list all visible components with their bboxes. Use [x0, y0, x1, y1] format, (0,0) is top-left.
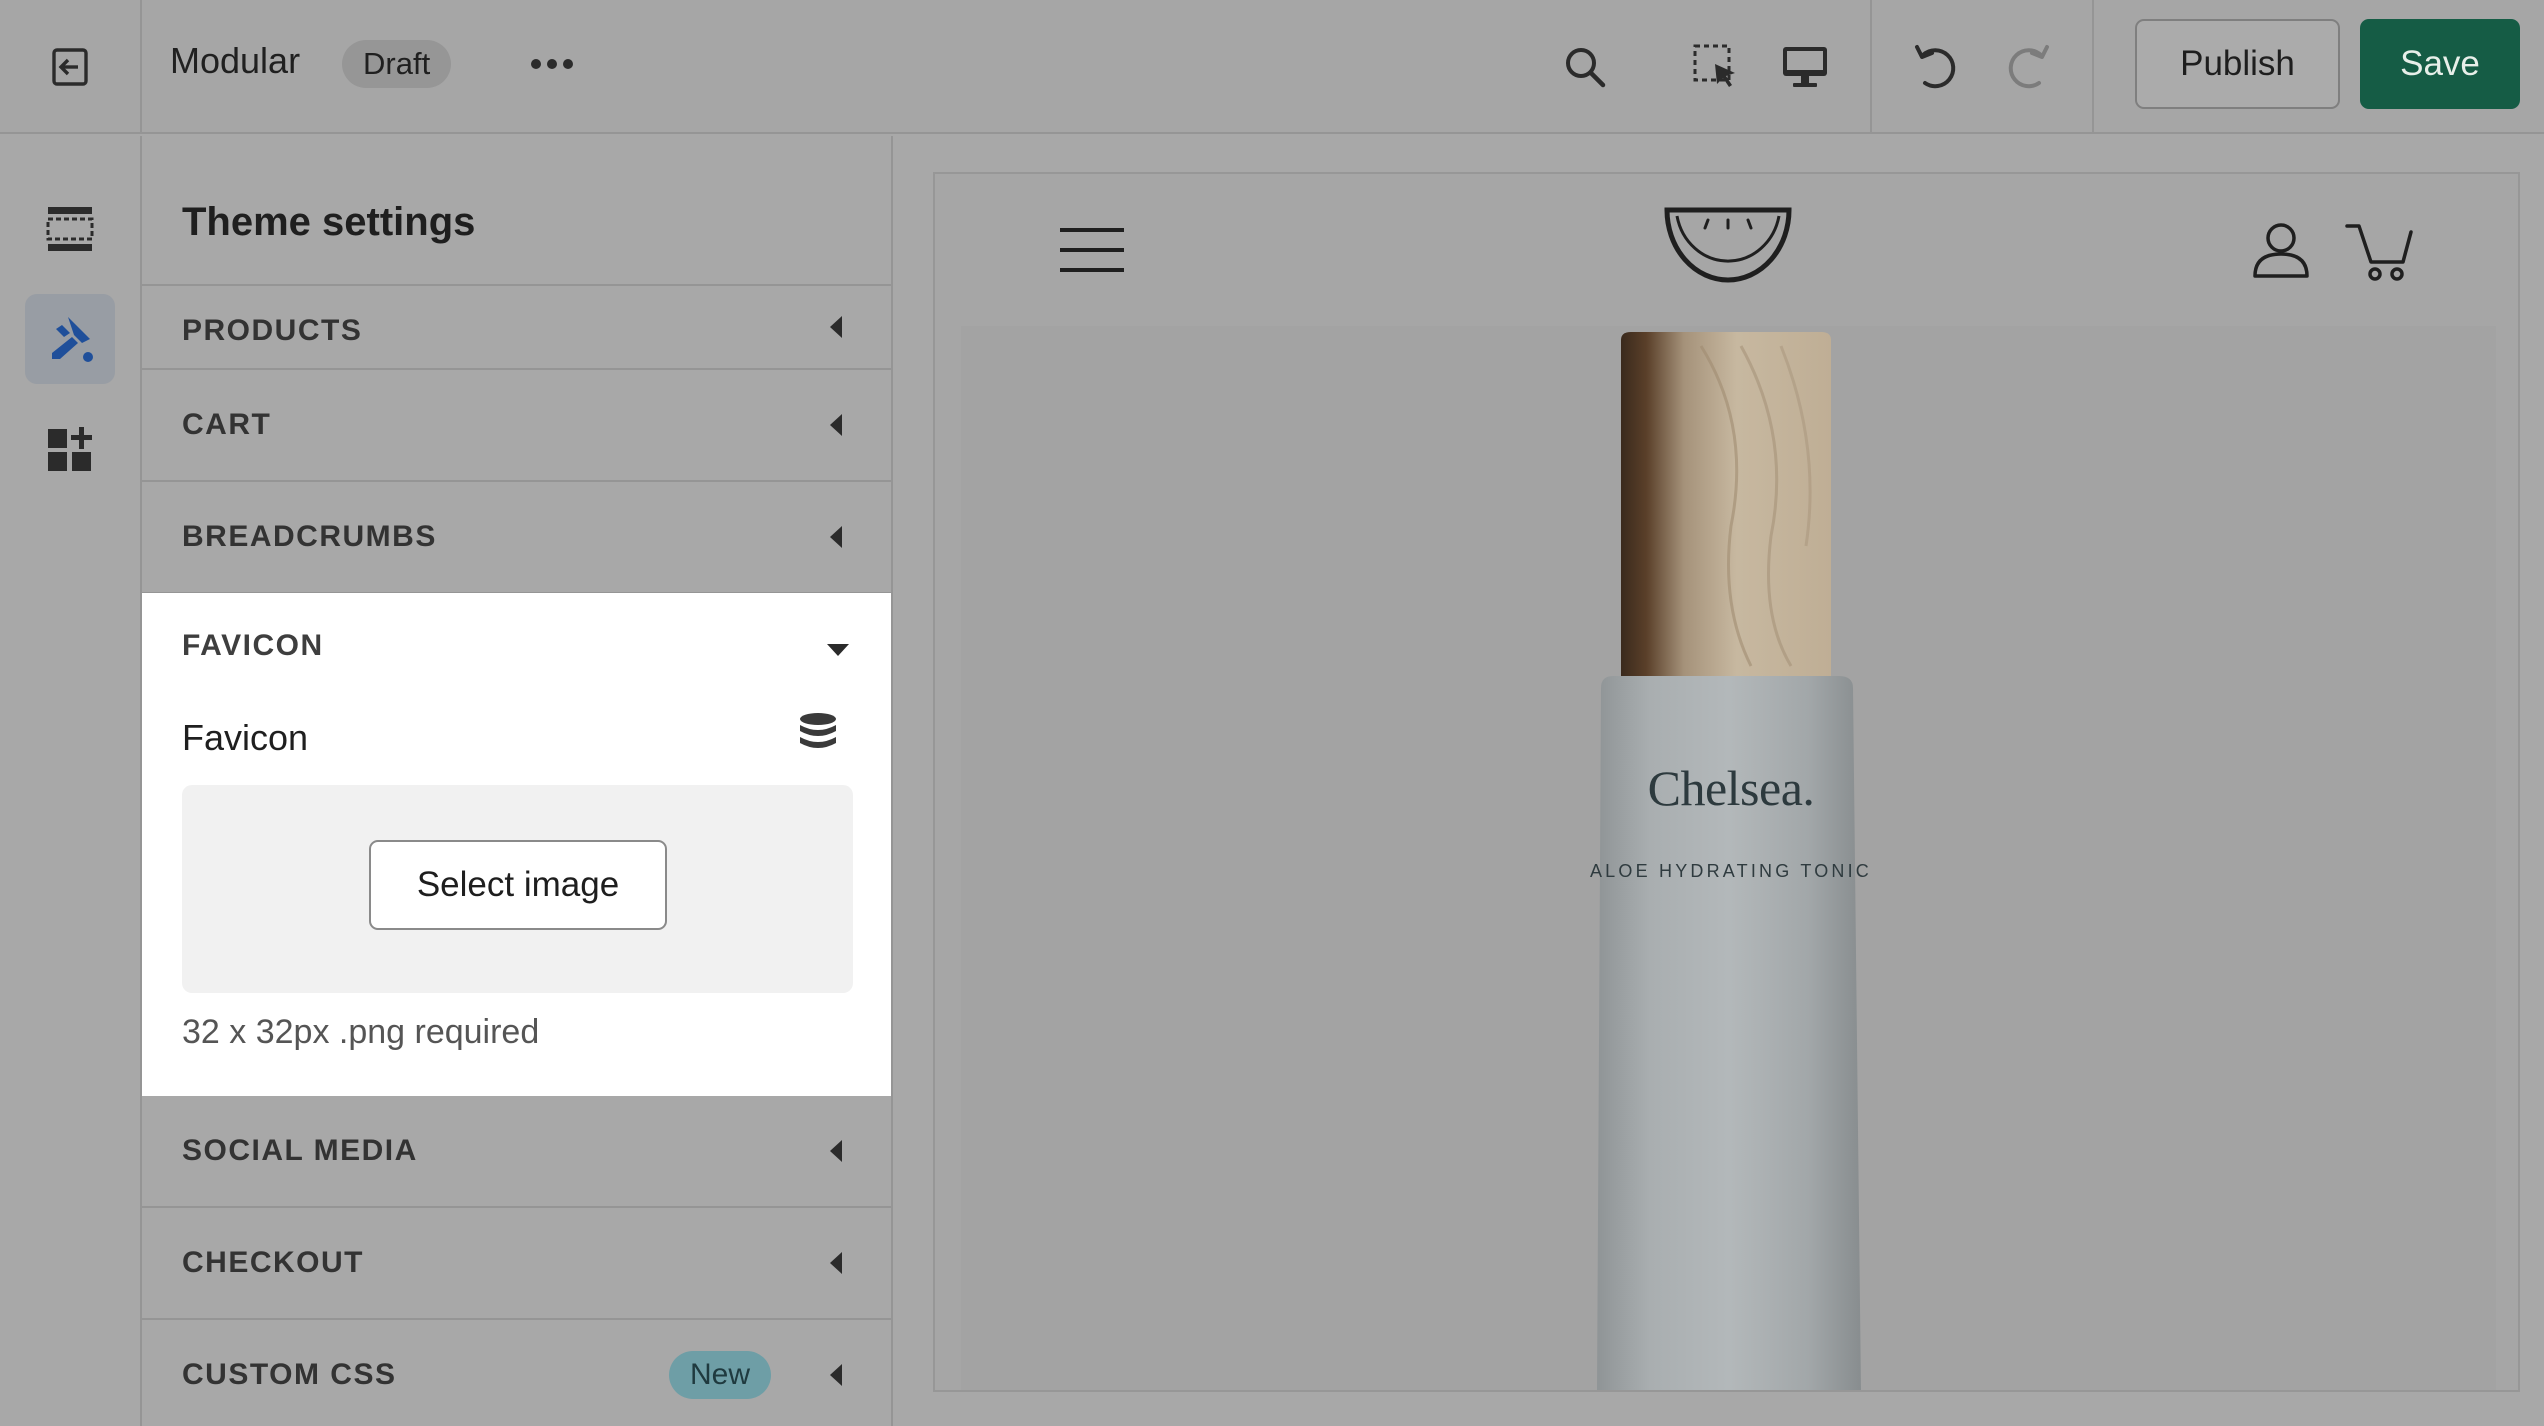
top-bar: Modular Draft Publish Save [0, 0, 2544, 134]
section-custom-css[interactable]: CUSTOM CSS New [142, 1320, 891, 1426]
theme-settings-icon [52, 317, 93, 362]
panel-title: Theme settings [182, 200, 476, 244]
store-logo-icon[interactable] [1663, 202, 1793, 286]
product-brand-text: Chelsea. [1647, 760, 1815, 816]
caret-left-icon [830, 316, 842, 338]
section-label: PRODUCTS [182, 314, 363, 347]
search-button[interactable] [1552, 34, 1618, 100]
undo-icon [1915, 45, 1956, 89]
redo-icon [2008, 45, 2049, 89]
exit-button[interactable] [0, 0, 142, 134]
favicon-help-text: 32 x 32px .png required [182, 1013, 540, 1051]
section-label: BREADCRUMBS [182, 520, 437, 553]
publish-button[interactable]: Publish [2135, 19, 2340, 109]
exit-icon [52, 48, 88, 86]
store-header [935, 174, 2518, 324]
desktop-icon [1783, 47, 1827, 87]
account-icon[interactable] [2251, 220, 2311, 280]
sections-icon [46, 207, 94, 251]
inspect-icon [1693, 44, 1735, 87]
search-icon [1566, 48, 1606, 88]
status-badge: Draft [342, 40, 452, 88]
undo-button[interactable] [1904, 34, 1970, 100]
store-preview[interactable]: Chelsea. ALOE HYDRATING TONIC [933, 172, 2520, 1392]
rail-item-theme-settings[interactable] [25, 294, 115, 384]
theme-settings-panel: Theme settings PRODUCTS CART BREADCRUMBS… [142, 136, 893, 1426]
section-label: SOCIAL MEDIA [182, 1134, 418, 1167]
more-icon [531, 59, 573, 69]
section-products[interactable]: PRODUCTS [142, 286, 891, 370]
product-bottle-image [961, 326, 2496, 1390]
rail-item-app-blocks[interactable] [25, 404, 115, 494]
caret-left-icon [830, 1252, 842, 1274]
toolbar-divider [2092, 0, 2094, 134]
section-label: CUSTOM CSS [182, 1358, 397, 1391]
product-name-text: ALOE HYDRATING TONIC [1589, 861, 1873, 881]
section-social-media[interactable]: SOCIAL MEDIA [142, 1096, 891, 1208]
section-label[interactable]: FAVICON [182, 629, 324, 663]
more-actions-button[interactable] [524, 44, 580, 84]
section-cart[interactable]: CART [142, 370, 891, 482]
section-checkout[interactable]: CHECKOUT [142, 1208, 891, 1320]
app-blocks-icon [48, 427, 92, 471]
image-drop-zone[interactable]: Select image [182, 785, 853, 993]
section-breadcrumbs[interactable]: BREADCRUMBS [142, 482, 891, 594]
cart-icon[interactable] [2345, 220, 2413, 282]
menu-icon[interactable] [1060, 226, 1124, 274]
caret-left-icon [830, 1140, 842, 1162]
new-badge: New [669, 1351, 772, 1399]
toolbar-divider [1870, 0, 1872, 134]
caret-left-icon [830, 414, 842, 436]
caret-left-icon [830, 1364, 842, 1386]
section-favicon: FAVICON Favicon Select image 32 x 32px .… [142, 593, 891, 1096]
database-icon[interactable] [796, 711, 840, 755]
select-image-button[interactable]: Select image [369, 840, 667, 930]
desktop-view-button[interactable] [1772, 34, 1838, 100]
theme-name: Modular [170, 40, 301, 81]
favicon-field-label: Favicon [182, 717, 309, 758]
redo-button[interactable] [1994, 34, 2060, 100]
section-label: CHECKOUT [182, 1246, 364, 1279]
save-button[interactable]: Save [2360, 19, 2520, 109]
hero-image: Chelsea. ALOE HYDRATING TONIC [961, 326, 2496, 1390]
caret-down-icon[interactable] [827, 644, 849, 656]
inspect-button[interactable] [1683, 34, 1749, 100]
rail-item-sections[interactable] [25, 184, 115, 274]
caret-left-icon [830, 526, 842, 548]
left-rail [0, 136, 142, 1426]
section-label: CART [182, 408, 272, 441]
